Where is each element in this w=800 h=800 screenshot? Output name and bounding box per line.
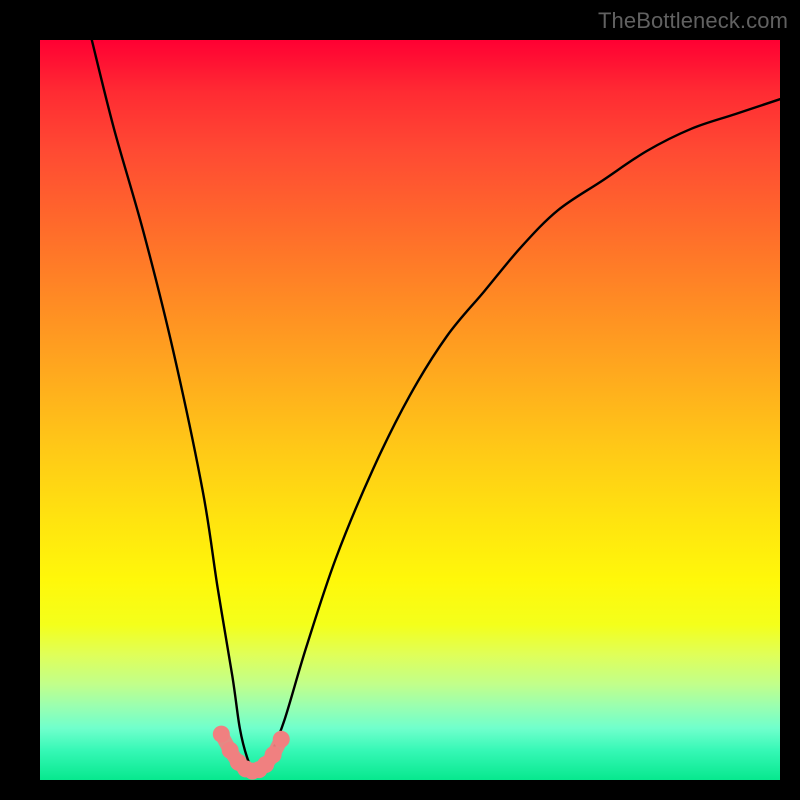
watermark-text: TheBottleneck.com	[598, 8, 788, 34]
highlight-dot	[237, 760, 254, 777]
chart-svg	[40, 40, 780, 780]
highlight-dot	[230, 754, 247, 771]
highlight-dot	[251, 761, 268, 778]
highlight-dots-group	[213, 726, 290, 780]
highlight-arc	[221, 734, 281, 771]
highlight-dot	[265, 746, 282, 763]
highlight-dot	[257, 756, 274, 773]
curve-line	[92, 40, 780, 774]
bottleneck-curve-path	[92, 40, 780, 774]
plot-area	[40, 40, 780, 780]
highlight-dot	[213, 726, 230, 743]
highlight-dot	[222, 742, 239, 759]
highlight-dot	[244, 763, 261, 780]
chart-frame: TheBottleneck.com	[0, 0, 800, 800]
highlight-dot	[273, 731, 290, 748]
